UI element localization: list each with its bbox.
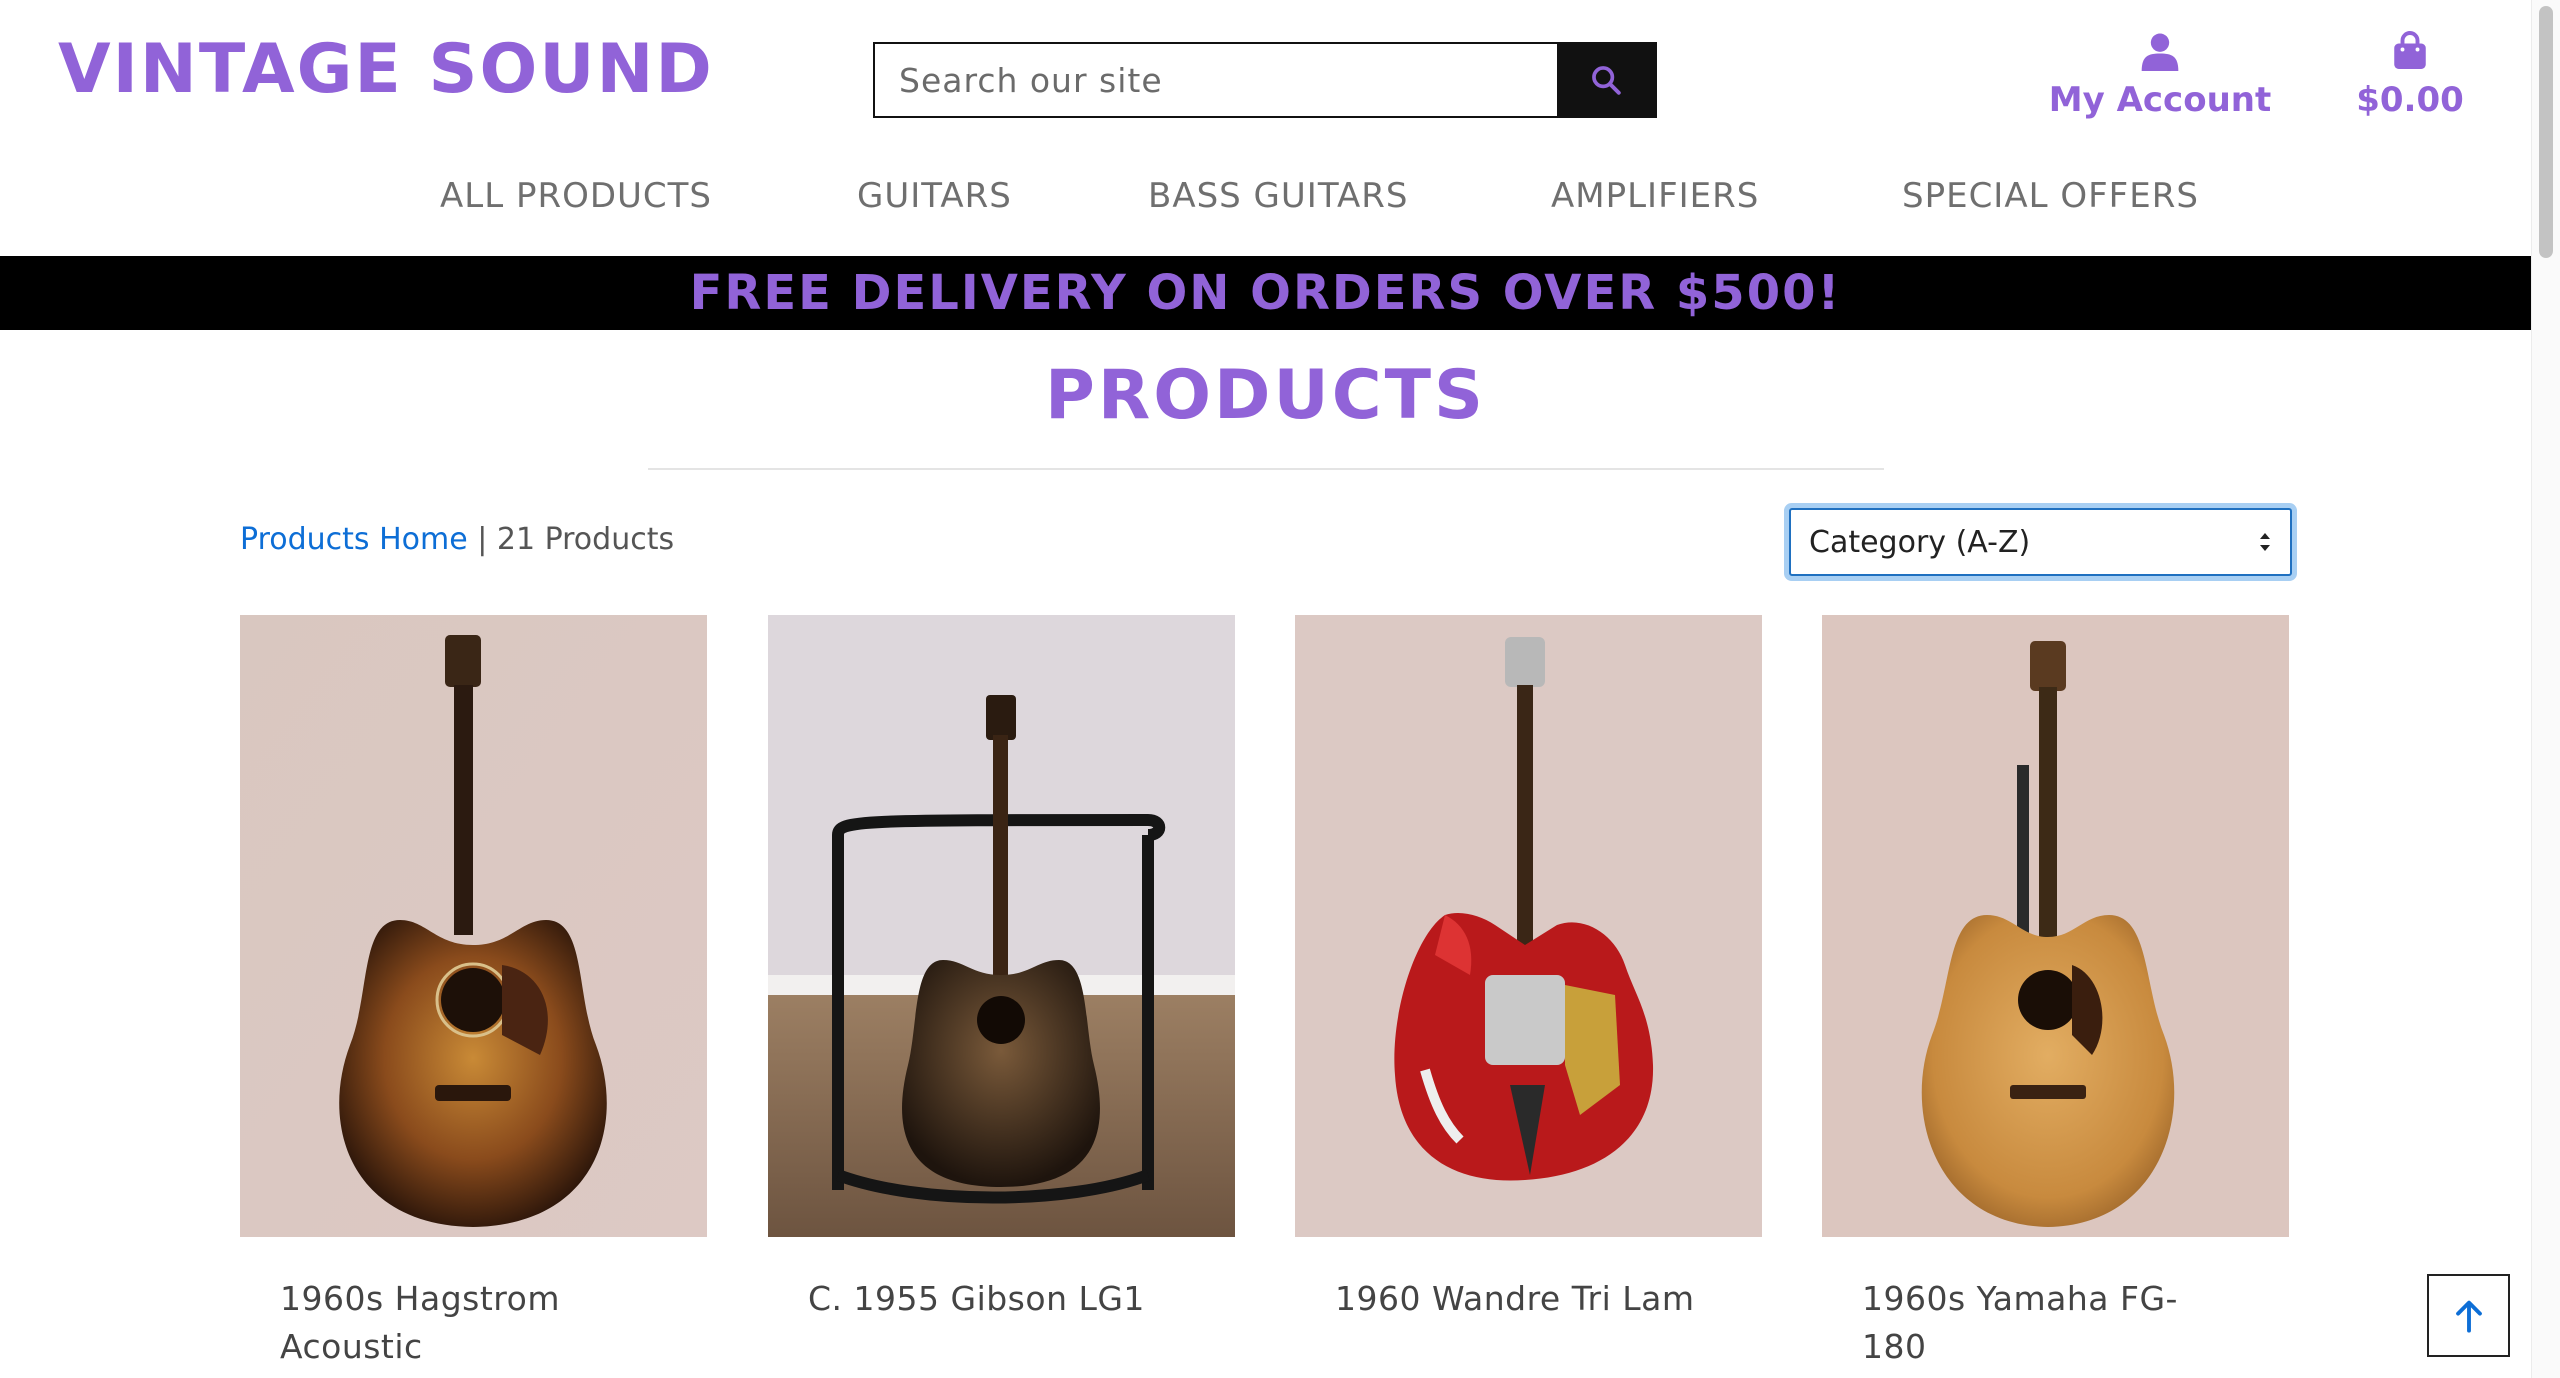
product-image[interactable] (1295, 615, 1762, 1237)
red-electric-guitar-image (1295, 615, 1762, 1237)
delivery-banner-text: FREE DELIVERY ON ORDERS OVER $500! (689, 265, 1842, 321)
product-card[interactable]: 1960 Wandre Tri Lam (1295, 615, 1762, 1318)
breadcrumb-separator: | (467, 522, 497, 557)
cart-total: $0.00 (2356, 80, 2464, 120)
nav-item-amplifiers[interactable]: AMPLIFIERS (1551, 176, 1759, 216)
acoustic-guitar-on-stand-image (768, 615, 1235, 1237)
breadcrumb: Products Home | 21 Products (240, 522, 674, 557)
search-button[interactable] (1557, 44, 1655, 116)
product-image[interactable] (240, 615, 707, 1237)
scrollbar-thumb[interactable] (2539, 6, 2553, 258)
title-divider (648, 468, 1884, 470)
sort-select[interactable]: Category (A-Z) (1789, 508, 2292, 576)
product-name[interactable]: 1960s Hagstrom Acoustic (280, 1275, 640, 1371)
my-account-label: My Account (2048, 80, 2272, 120)
nav-item-all-products[interactable]: ALL PRODUCTS (440, 176, 712, 216)
cart-link[interactable]: $0.00 (2330, 30, 2490, 120)
page: VINTAGE SOUND My Account $0.00 ALL PRODU… (0, 0, 2531, 1378)
shopping-bag-icon (2394, 31, 2426, 69)
user-icon (2141, 33, 2179, 71)
nav-item-bass-guitars[interactable]: BASS GUITARS (1148, 176, 1408, 216)
product-name[interactable]: 1960 Wandre Tri Lam (1335, 1275, 1695, 1323)
search-icon (1592, 66, 1621, 95)
nav-item-guitars[interactable]: GUITARS (857, 176, 1012, 216)
natural-acoustic-guitar-image (1822, 615, 2289, 1237)
product-name[interactable]: 1960s Yamaha FG-180 (1862, 1275, 2222, 1371)
sunburst-acoustic-guitar-image (240, 615, 707, 1237)
site-logo[interactable]: VINTAGE SOUND (58, 30, 714, 109)
product-card[interactable]: 1960s Yamaha FG-180 (1822, 615, 2289, 1366)
product-count: 21 Products (496, 522, 675, 557)
product-image[interactable] (768, 615, 1235, 1237)
main-nav: ALL PRODUCTS GUITARS BASS GUITARS AMPLIF… (0, 176, 2531, 222)
search-input[interactable] (875, 44, 1557, 116)
page-scrollbar[interactable] (2531, 0, 2560, 1378)
page-title: PRODUCTS (1045, 356, 1486, 435)
nav-item-special-offers[interactable]: SPECIAL OFFERS (1902, 176, 2199, 216)
sort-selected-value: Category (A-Z) (1809, 524, 2031, 560)
back-to-top-button[interactable] (2427, 1274, 2510, 1357)
my-account-link[interactable]: My Account (2040, 30, 2280, 120)
product-card[interactable]: 1960s Hagstrom Acoustic (240, 615, 707, 1366)
product-name[interactable]: C. 1955 Gibson LG1 (808, 1275, 1168, 1323)
products-home-link[interactable]: Products Home (240, 522, 468, 557)
search-form (873, 42, 1657, 118)
delivery-banner: FREE DELIVERY ON ORDERS OVER $500! (0, 256, 2531, 330)
product-card[interactable]: C. 1955 Gibson LG1 (768, 615, 1235, 1318)
select-arrows-icon (2260, 533, 2270, 551)
arrow-up-icon (2455, 1300, 2482, 1333)
product-image[interactable] (1822, 615, 2289, 1237)
